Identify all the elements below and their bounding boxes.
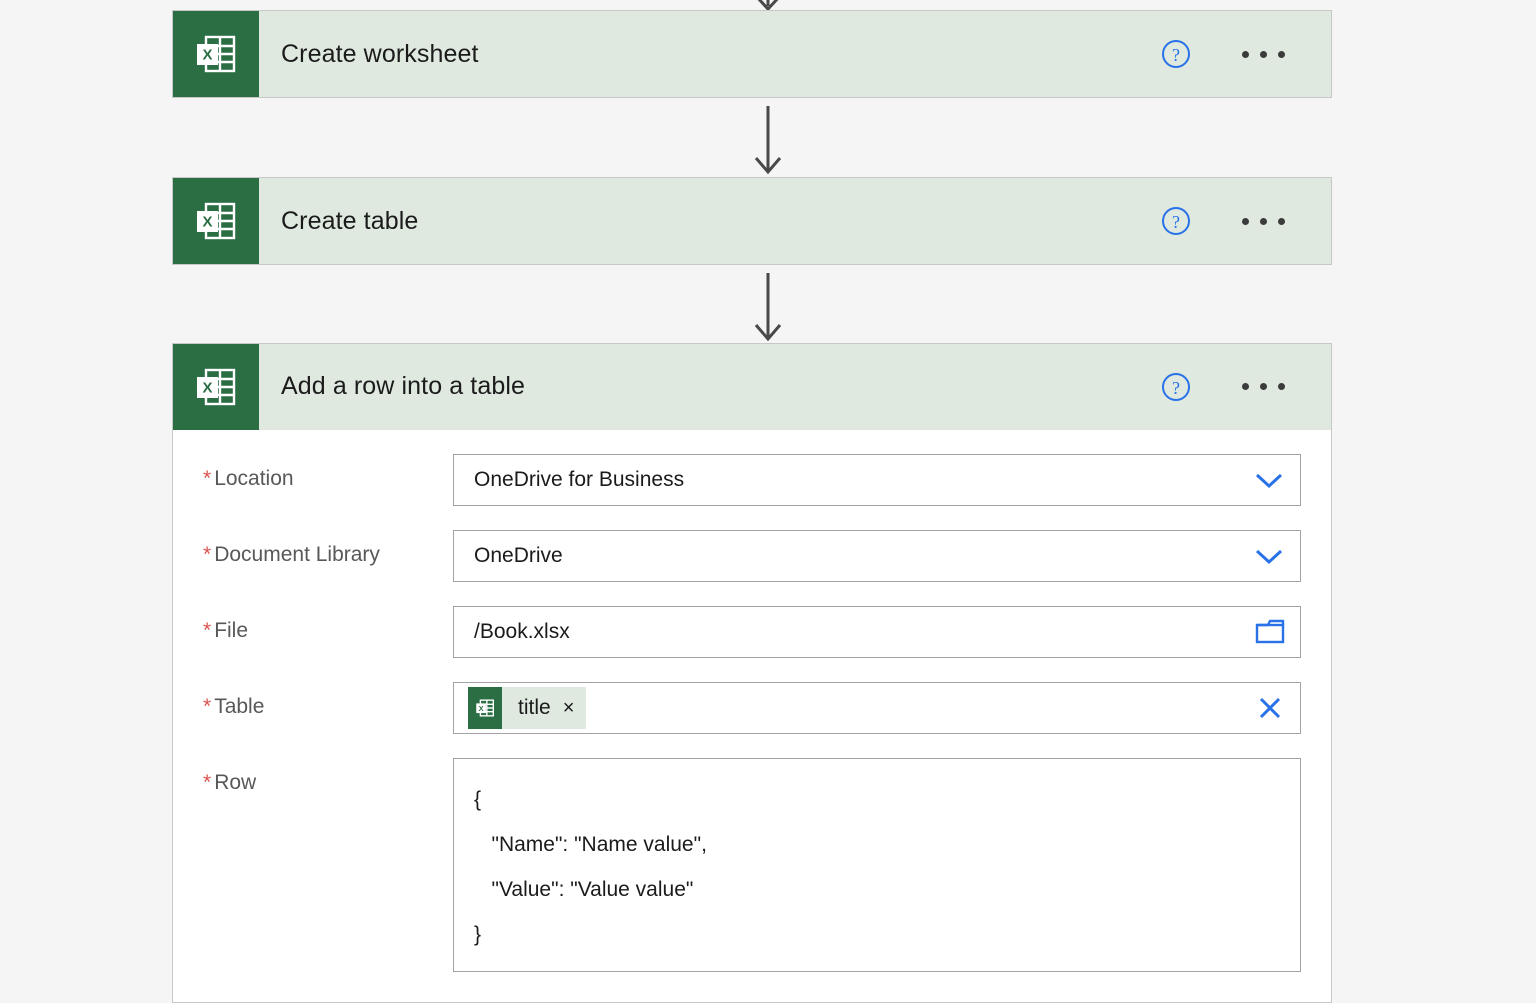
document-library-value: OneDrive	[474, 544, 1252, 568]
flow-designer-canvas: X Create worksheet ?	[0, 0, 1536, 951]
table-token-picker[interactable]: X title ×	[453, 682, 1301, 734]
required-marker: *	[203, 543, 211, 566]
flow-card-add-a-row-into-a-table[interactable]: X Add a row into a table ? *Location One…	[172, 343, 1332, 1003]
help-icon[interactable]: ?	[1162, 207, 1190, 235]
folder-icon[interactable]	[1254, 618, 1286, 646]
field-label-file: *File	[203, 606, 453, 643]
close-icon[interactable]	[1254, 692, 1286, 724]
svg-text:X: X	[202, 214, 212, 231]
field-label-table: *Table	[203, 682, 453, 719]
help-icon[interactable]: ?	[1162, 373, 1190, 401]
ellipsis-icon[interactable]	[1242, 383, 1285, 390]
field-control-file: /Book.xlsx	[453, 606, 1301, 658]
connector-arrow-1	[0, 106, 1536, 176]
form-row-file: *File /Book.xlsx	[203, 606, 1301, 658]
ellipsis-icon[interactable]	[1242, 218, 1285, 225]
excel-icon: X	[468, 687, 502, 729]
label-text: Document Library	[214, 543, 380, 566]
code-line: }	[474, 912, 1280, 957]
form-row-row: *Row { "Name": "Name value", "Value": "V…	[203, 758, 1301, 972]
excel-icon: X	[173, 178, 259, 264]
svg-text:X: X	[202, 379, 212, 396]
file-value: /Book.xlsx	[474, 620, 1254, 644]
row-code-editor[interactable]: { "Name": "Name value", "Value": "Value …	[453, 758, 1301, 972]
field-control-table: X title ×	[453, 682, 1301, 734]
connector-arrow-2	[0, 273, 1536, 343]
ellipsis-icon[interactable]	[1242, 51, 1285, 58]
field-control-location: OneDrive for Business	[453, 454, 1301, 506]
card-title: Add a row into a table	[281, 372, 525, 401]
code-line: {	[474, 777, 1280, 822]
card-title: Create table	[281, 207, 418, 236]
field-control-document-library: OneDrive	[453, 530, 1301, 582]
form-row-location: *Location OneDrive for Business	[203, 454, 1301, 506]
required-marker: *	[203, 467, 211, 490]
card-header[interactable]: X Add a row into a table ?	[173, 344, 1331, 430]
table-token-label: title	[518, 696, 551, 720]
card-header[interactable]: X Create worksheet ?	[173, 11, 1331, 97]
code-line: "Value": "Value value"	[474, 867, 1280, 912]
field-control-row: { "Name": "Name value", "Value": "Value …	[453, 758, 1301, 972]
svg-text:X: X	[202, 47, 212, 64]
excel-icon: X	[173, 344, 259, 430]
required-marker: *	[203, 771, 211, 794]
label-text: Row	[214, 771, 256, 794]
token-remove-icon[interactable]: ×	[563, 698, 575, 718]
field-label-row: *Row	[203, 758, 453, 795]
required-marker: *	[203, 695, 211, 718]
card-body: *Location OneDrive for Business *Documen…	[173, 430, 1331, 1002]
table-token[interactable]: X title ×	[468, 687, 586, 729]
required-marker: *	[203, 619, 211, 642]
flow-card-create-worksheet[interactable]: X Create worksheet ?	[172, 10, 1332, 98]
card-header[interactable]: X Create table ?	[173, 178, 1331, 264]
svg-text:X: X	[479, 704, 484, 713]
field-label-document-library: *Document Library	[203, 530, 453, 567]
location-value: OneDrive for Business	[474, 468, 1252, 492]
label-text: File	[214, 619, 248, 642]
code-line: "Name": "Name value",	[474, 822, 1280, 867]
chevron-down-icon[interactable]	[1252, 546, 1286, 566]
flow-card-create-table[interactable]: X Create table ?	[172, 177, 1332, 265]
document-library-dropdown[interactable]: OneDrive	[453, 530, 1301, 582]
help-icon[interactable]: ?	[1162, 40, 1190, 68]
chevron-down-icon[interactable]	[1252, 470, 1286, 490]
file-input[interactable]: /Book.xlsx	[453, 606, 1301, 658]
excel-icon: X	[173, 11, 259, 97]
form-row-document-library: *Document Library OneDrive	[203, 530, 1301, 582]
card-title: Create worksheet	[281, 40, 479, 69]
form-row-table: *Table	[203, 682, 1301, 734]
field-label-location: *Location	[203, 454, 453, 491]
location-dropdown[interactable]: OneDrive for Business	[453, 454, 1301, 506]
label-text: Table	[214, 695, 264, 718]
label-text: Location	[214, 467, 293, 490]
